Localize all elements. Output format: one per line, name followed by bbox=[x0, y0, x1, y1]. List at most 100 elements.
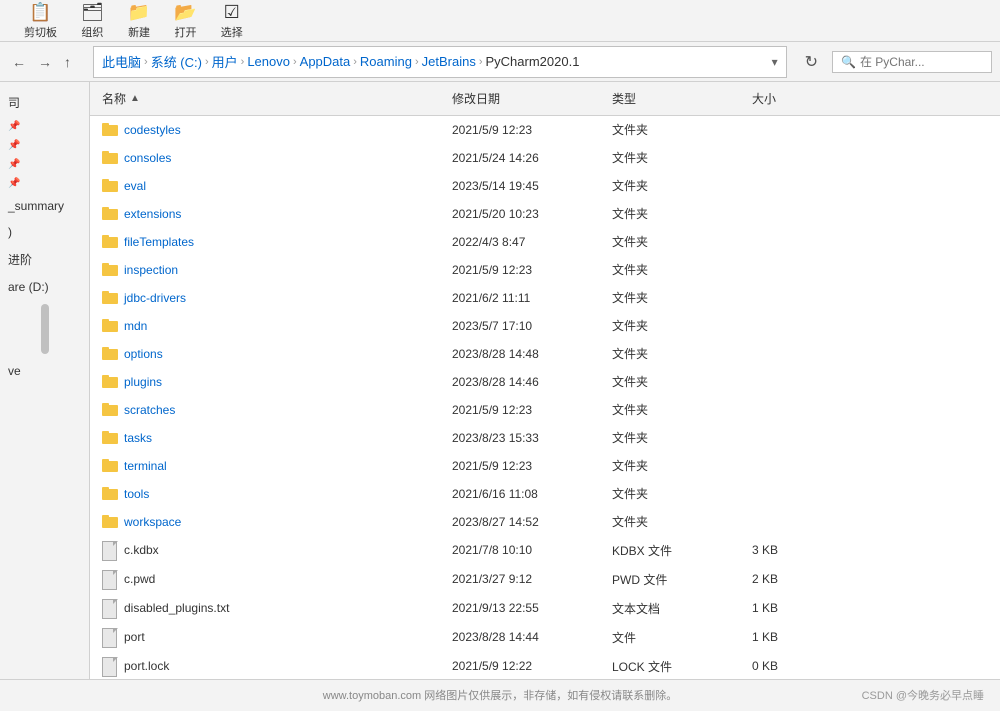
file-name-cell: codestyles bbox=[90, 118, 440, 141]
file-type-cell: 文件夹 bbox=[600, 370, 740, 393]
file-name: codestyles bbox=[124, 123, 181, 137]
select-icon: ☑ bbox=[224, 2, 240, 23]
breadcrumb-part-users[interactable]: 用户 bbox=[212, 52, 238, 71]
file-type-cell: 文件夹 bbox=[600, 426, 740, 449]
file-date: 2021/7/8 10:10 bbox=[452, 543, 532, 557]
sidebar-item-0[interactable]: 司 bbox=[0, 90, 89, 115]
file-date: 2023/8/28 14:46 bbox=[452, 375, 539, 389]
table-row[interactable]: port.lock 2021/5/9 12:22 LOCK 文件 0 KB bbox=[90, 652, 1000, 679]
table-row[interactable]: port 2023/8/28 14:44 文件 1 KB bbox=[90, 623, 1000, 652]
table-row[interactable]: eval 2023/5/14 19:45 文件夹 bbox=[90, 172, 1000, 200]
file-size: 3 KB bbox=[752, 543, 778, 557]
table-row[interactable]: workspace 2023/8/27 14:52 文件夹 bbox=[90, 508, 1000, 536]
file-date-cell: 2021/6/16 11:08 bbox=[440, 482, 600, 505]
sidebar-pin-4: 📌 bbox=[0, 176, 89, 191]
up-button[interactable]: ↑ bbox=[60, 52, 75, 72]
file-type: 文件夹 bbox=[612, 373, 648, 390]
file-type: 文件夹 bbox=[612, 261, 648, 278]
table-row[interactable]: fileTemplates 2022/4/3 8:47 文件夹 bbox=[90, 228, 1000, 256]
file-type: 文件夹 bbox=[612, 177, 648, 194]
file-name-cell: inspection bbox=[90, 258, 440, 281]
table-row[interactable]: tasks 2023/8/23 15:33 文件夹 bbox=[90, 424, 1000, 452]
table-row[interactable]: c.pwd 2021/3/27 9:12 PWD 文件 2 KB bbox=[90, 565, 1000, 594]
col-header-type[interactable]: 类型 bbox=[600, 86, 740, 111]
sidebar-item-ve[interactable]: ve bbox=[0, 360, 89, 382]
file-size-cell bbox=[740, 258, 840, 281]
file-name-cell: jdbc-drivers bbox=[90, 286, 440, 309]
folder-icon bbox=[102, 263, 118, 276]
address-bar[interactable]: 此电脑 › 系统 (C:) › 用户 › Lenovo › AppData › … bbox=[93, 46, 787, 78]
toolbar-select[interactable]: ☑ 选择 bbox=[213, 0, 251, 42]
file-type-cell: 文件夹 bbox=[600, 286, 740, 309]
toolbar-open[interactable]: 📂 打开 bbox=[166, 0, 204, 42]
file-type-cell: 文件夹 bbox=[600, 230, 740, 253]
file-name: scratches bbox=[124, 403, 175, 417]
table-row[interactable]: mdn 2023/5/7 17:10 文件夹 bbox=[90, 312, 1000, 340]
sidebar-item-paren[interactable]: ) bbox=[0, 221, 89, 243]
sidebar-scrollbar[interactable] bbox=[41, 304, 49, 354]
table-row[interactable]: inspection 2021/5/9 12:23 文件夹 bbox=[90, 256, 1000, 284]
table-row[interactable]: disabled_plugins.txt 2021/9/13 22:55 文本文… bbox=[90, 594, 1000, 623]
toolbar-clipboard[interactable]: 📋 剪切板 bbox=[16, 0, 65, 42]
table-row[interactable]: terminal 2021/5/9 12:23 文件夹 bbox=[90, 452, 1000, 480]
file-name-cell: scratches bbox=[90, 398, 440, 421]
table-row[interactable]: plugins 2023/8/28 14:46 文件夹 bbox=[90, 368, 1000, 396]
file-size-cell: 0 KB bbox=[740, 654, 840, 678]
sidebar-item-summary[interactable]: _summary bbox=[0, 195, 89, 217]
table-row[interactable]: extensions 2021/5/20 10:23 文件夹 bbox=[90, 200, 1000, 228]
breadcrumb-part-jetbrains[interactable]: JetBrains bbox=[422, 54, 476, 69]
folder-icon bbox=[102, 207, 118, 220]
file-date: 2023/5/7 17:10 bbox=[452, 319, 532, 333]
breadcrumb-part-c[interactable]: 系统 (C:) bbox=[151, 52, 202, 71]
file-size-cell bbox=[740, 314, 840, 337]
back-button[interactable]: ← bbox=[8, 52, 30, 72]
breadcrumb-part-roaming[interactable]: Roaming bbox=[360, 54, 412, 69]
refresh-button[interactable]: ↻ bbox=[801, 50, 822, 74]
breadcrumb-part-pycharm: PyCharm2020.1 bbox=[486, 54, 580, 69]
file-type: 文件夹 bbox=[612, 401, 648, 418]
file-type-cell: 文件夹 bbox=[600, 118, 740, 141]
file-name: consoles bbox=[124, 151, 171, 165]
file-name: tools bbox=[124, 487, 149, 501]
col-date-label: 修改日期 bbox=[452, 90, 500, 107]
col-header-date[interactable]: 修改日期 bbox=[440, 86, 600, 111]
file-type-cell: 文件夹 bbox=[600, 202, 740, 225]
file-date-cell: 2021/9/13 22:55 bbox=[440, 596, 600, 620]
file-date: 2022/4/3 8:47 bbox=[452, 235, 525, 249]
file-date: 2023/5/14 19:45 bbox=[452, 179, 539, 193]
table-row[interactable]: scratches 2021/5/9 12:23 文件夹 bbox=[90, 396, 1000, 424]
file-name-cell: eval bbox=[90, 174, 440, 197]
table-row[interactable]: c.kdbx 2021/7/8 10:10 KDBX 文件 3 KB bbox=[90, 536, 1000, 565]
folder-icon bbox=[102, 291, 118, 304]
file-name-cell: mdn bbox=[90, 314, 440, 337]
folder-icon bbox=[102, 403, 118, 416]
table-row[interactable]: tools 2021/6/16 11:08 文件夹 bbox=[90, 480, 1000, 508]
forward-button[interactable]: → bbox=[34, 52, 56, 72]
file-name: mdn bbox=[124, 319, 147, 333]
file-date: 2021/5/9 12:23 bbox=[452, 263, 532, 277]
col-name-label: 名称 bbox=[102, 90, 126, 107]
search-box[interactable]: 🔍 bbox=[832, 51, 992, 73]
breadcrumb-part-pc[interactable]: 此电脑 bbox=[102, 52, 141, 71]
table-row[interactable]: jdbc-drivers 2021/6/2 11:11 文件夹 bbox=[90, 284, 1000, 312]
breadcrumb-part-lenovo[interactable]: Lenovo bbox=[247, 54, 290, 69]
search-input[interactable] bbox=[860, 55, 960, 69]
sidebar-item-advanced[interactable]: 进阶 bbox=[0, 247, 89, 272]
file-area[interactable]: 名称 ▲ 修改日期 类型 大小 codestyles 2021/5/9 12:2… bbox=[90, 82, 1000, 679]
file-type: 文件 bbox=[612, 629, 636, 646]
file-size-cell bbox=[740, 286, 840, 309]
table-row[interactable]: consoles 2021/5/24 14:26 文件夹 bbox=[90, 144, 1000, 172]
toolbar-new[interactable]: 📁 新建 bbox=[120, 0, 158, 42]
sidebar-item-drive-d[interactable]: are (D:) bbox=[0, 276, 89, 298]
table-row[interactable]: codestyles 2021/5/9 12:23 文件夹 bbox=[90, 116, 1000, 144]
table-row[interactable]: options 2023/8/28 14:48 文件夹 bbox=[90, 340, 1000, 368]
toolbar-organize[interactable]: 🗂 组织 bbox=[73, 0, 112, 42]
file-name-cell: terminal bbox=[90, 454, 440, 477]
column-headers: 名称 ▲ 修改日期 类型 大小 bbox=[90, 82, 1000, 116]
file-icon bbox=[102, 599, 118, 617]
col-header-name[interactable]: 名称 ▲ bbox=[90, 86, 440, 111]
file-name: options bbox=[124, 347, 163, 361]
col-header-size[interactable]: 大小 bbox=[740, 86, 840, 111]
breadcrumb-part-appdata[interactable]: AppData bbox=[300, 54, 351, 69]
file-type: 文件夹 bbox=[612, 317, 648, 334]
